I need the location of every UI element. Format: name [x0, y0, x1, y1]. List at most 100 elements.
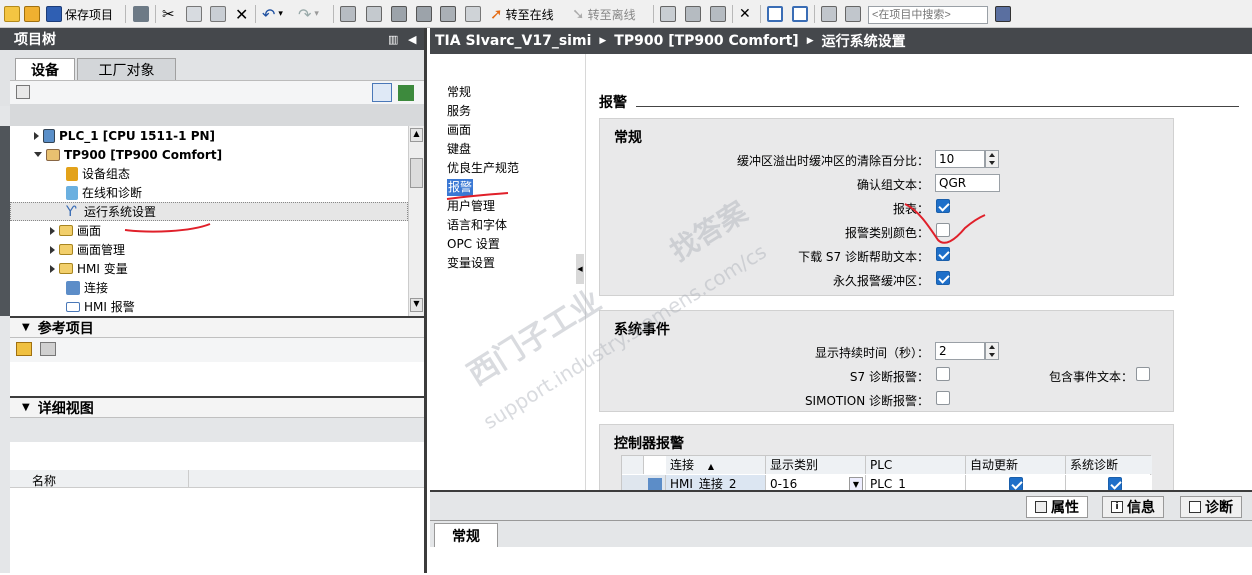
split-vertical-icon[interactable] [792, 4, 808, 24]
nav-collapse-icon[interactable]: ◀ [576, 254, 584, 284]
collapse-arrow-icon[interactable] [34, 152, 42, 157]
scroll-up-icon[interactable]: ▲ [410, 128, 423, 142]
accessible-devices-icon[interactable] [660, 4, 676, 24]
panel-pin-icon[interactable]: ▥ [388, 33, 398, 46]
inspector-tab-diagnostics[interactable]: 诊断 [1180, 496, 1242, 518]
column-connection[interactable]: 连接 ▲ [666, 456, 766, 474]
nav-item-general[interactable]: 常规 [447, 84, 471, 101]
paste-icon[interactable] [210, 4, 226, 24]
split-horizontal-icon[interactable] [767, 4, 783, 24]
tab-plant-objects[interactable]: 工厂对象 [77, 58, 176, 80]
tree-scrollbar[interactable]: ▲ ▼ [408, 126, 424, 316]
tree-item-screen-management[interactable]: 画面管理 [50, 240, 125, 259]
buffer-overflow-input[interactable]: 10 [935, 150, 985, 168]
nav-item-alarms[interactable]: 报警 [447, 179, 474, 196]
simulation-icon[interactable] [440, 4, 456, 24]
reference-projects-header[interactable]: ▼ 参考项目 [10, 316, 424, 338]
tree-item-device-config[interactable]: 设备组态 [66, 164, 130, 183]
export-icon[interactable] [398, 85, 414, 101]
cut-icon[interactable]: ✂ [162, 4, 175, 24]
nav-item-screens[interactable]: 画面 [447, 122, 471, 139]
tree-item-screens[interactable]: 画面 [50, 221, 101, 240]
open-project-icon[interactable] [24, 4, 40, 24]
simotion-diag-checkbox[interactable] [936, 391, 950, 405]
redo-icon[interactable]: ↷ ▾ [298, 4, 319, 24]
undo-icon[interactable]: ↶ ▾ [262, 4, 283, 24]
collapse-arrow-icon[interactable]: ▼ [22, 402, 30, 413]
column-auto-update[interactable]: 自动更新 [966, 456, 1066, 474]
breadcrumb-device[interactable]: TP900 [TP900 Comfort] [614, 33, 798, 49]
close-reference-icon[interactable] [40, 342, 56, 356]
cross-reference-icon[interactable]: ✕ [739, 4, 751, 24]
nav-item-services[interactable]: 服务 [447, 103, 471, 120]
buffer-overflow-spinner[interactable] [985, 150, 999, 168]
column-display-class[interactable]: 显示类别 [766, 456, 866, 474]
nav-item-tag-settings[interactable]: 变量设置 [447, 255, 495, 272]
copy-icon[interactable] [186, 4, 202, 24]
expand-arrow-icon[interactable] [34, 131, 39, 140]
maximize-editor-icon[interactable] [821, 4, 837, 24]
collapse-arrow-icon[interactable]: ▼ [22, 322, 30, 333]
open-reference-icon[interactable] [16, 342, 32, 356]
expand-arrow-icon[interactable] [50, 226, 55, 235]
delete-icon[interactable]: ✕ [235, 4, 248, 24]
go-online-button[interactable]: ➚ 转至在线 [490, 4, 554, 24]
inspector-subtab-general[interactable]: 常规 [434, 523, 498, 547]
collapse-panel-icon[interactable]: ◀ [408, 33, 416, 46]
expand-arrow-icon[interactable] [50, 264, 55, 273]
download-to-device-icon[interactable] [391, 4, 407, 24]
print-icon[interactable] [133, 4, 149, 24]
class-colors-checkbox[interactable] [936, 223, 950, 237]
tree-item-hmi-tags[interactable]: HMI 变量 [50, 259, 128, 278]
tree-item-tp900[interactable]: TP900 [TP900 Comfort] [34, 145, 222, 164]
search-project-icon[interactable] [995, 4, 1011, 24]
nav-item-opc[interactable]: OPC 设置 [447, 236, 500, 253]
compile-icon[interactable] [340, 4, 356, 24]
content-scroll-track[interactable] [1239, 54, 1252, 490]
scroll-thumb[interactable] [410, 158, 423, 188]
inspector-tab-properties[interactable]: 属性 [1026, 496, 1088, 518]
tree-item-online-diagnostics[interactable]: 在线和诊断 [66, 183, 142, 202]
start-cpu-icon[interactable] [685, 4, 701, 24]
upload-from-device-icon[interactable] [416, 4, 432, 24]
nav-item-language-font[interactable]: 语言和字体 [447, 217, 507, 234]
dropdown-arrow-icon[interactable]: ▼ [849, 477, 863, 491]
display-duration-input[interactable]: 2 [935, 342, 985, 360]
breadcrumb-project[interactable]: TIA SIvarc_V17_simi [435, 33, 591, 49]
inspector-tab-info[interactable]: i 信息 [1102, 496, 1164, 518]
auto-update-checkbox[interactable] [1009, 477, 1023, 491]
report-checkbox[interactable] [936, 199, 950, 213]
new-project-icon[interactable] [4, 4, 20, 24]
details-view-header[interactable]: ▼ 详细视图 [10, 396, 424, 418]
expand-arrow-icon[interactable] [50, 245, 55, 254]
tree-item-runtime-settings[interactable]: Ƴ 运行系统设置 [66, 202, 156, 221]
load-icon[interactable] [366, 4, 382, 24]
column-plc[interactable]: PLC [866, 456, 966, 474]
go-offline-button[interactable]: ➘ 转至离线 [572, 4, 636, 24]
tab-devices[interactable]: 设备 [15, 58, 75, 80]
project-search-input[interactable] [868, 6, 988, 24]
column-system-diag[interactable]: 系统诊断 [1066, 456, 1152, 474]
tree-item-plc1[interactable]: PLC_1 [CPU 1511-1 PN] [34, 126, 215, 145]
nav-item-gmp[interactable]: 优良生产规范 [447, 160, 519, 177]
stop-simulation-icon[interactable] [465, 4, 481, 24]
column-name[interactable]: 名称 [32, 472, 56, 489]
include-event-text-checkbox[interactable] [1136, 367, 1150, 381]
tree-view-icon[interactable] [16, 85, 30, 99]
tree-item-hmi-alarms[interactable]: HMI 报警 [66, 297, 135, 316]
persistent-buffer-checkbox[interactable] [936, 271, 950, 285]
save-project-button[interactable]: 保存项目 [46, 4, 113, 24]
scroll-down-icon[interactable]: ▼ [410, 298, 423, 312]
tree-item-connections[interactable]: 连接 [66, 278, 108, 297]
restore-editor-icon[interactable] [845, 4, 861, 24]
breadcrumb-page[interactable]: 运行系统设置 [822, 31, 906, 51]
system-diag-checkbox[interactable] [1108, 477, 1122, 491]
stop-cpu-icon[interactable] [710, 4, 726, 24]
ack-group-text-input[interactable]: QGR [935, 174, 1000, 192]
s7-diag-alarm-checkbox[interactable] [936, 367, 950, 381]
overview-icon[interactable] [372, 83, 392, 102]
nav-item-keyboard[interactable]: 键盘 [447, 141, 471, 158]
display-duration-spinner[interactable] [985, 342, 999, 360]
s7-help-text-checkbox[interactable] [936, 247, 950, 261]
nav-item-user-admin[interactable]: 用户管理 [447, 198, 495, 215]
